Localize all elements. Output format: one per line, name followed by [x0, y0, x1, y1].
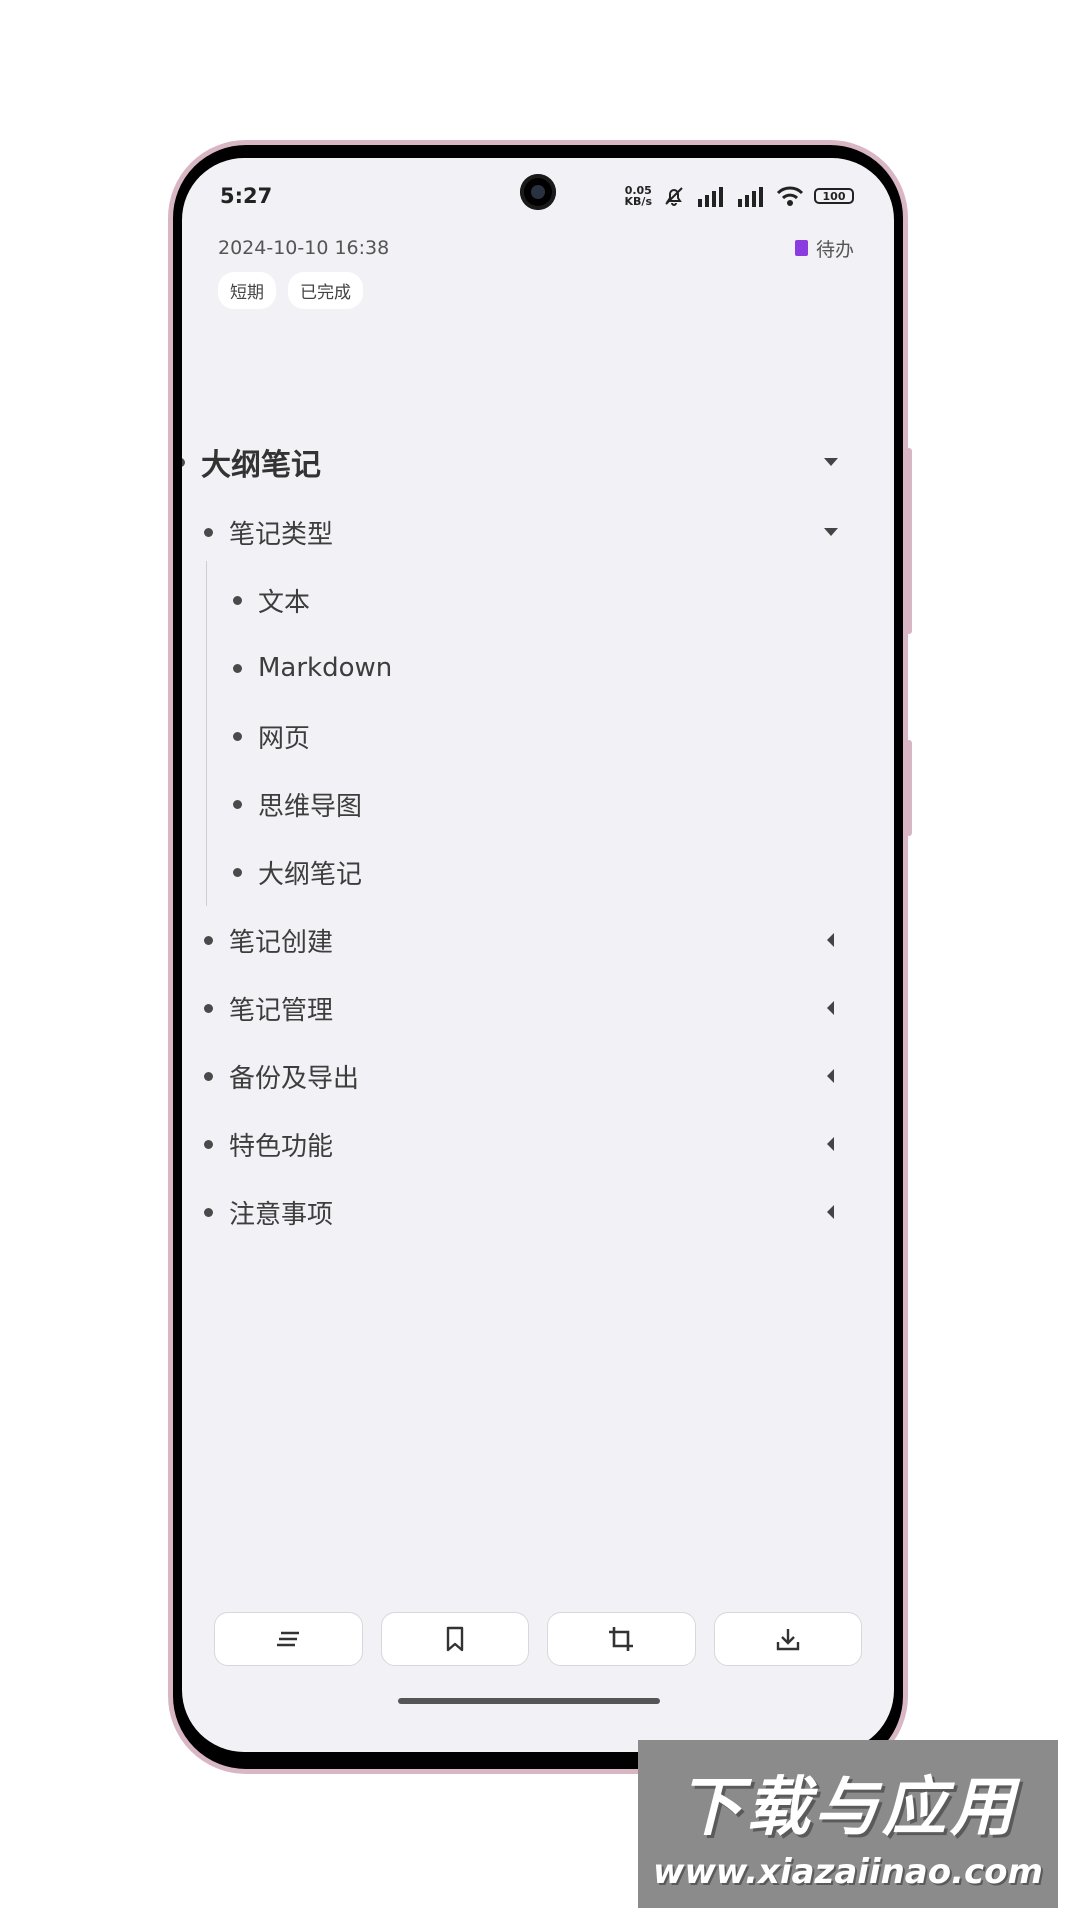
power-button — [906, 740, 912, 836]
caret-left-icon[interactable] — [827, 933, 834, 947]
outline-text-icon — [277, 1631, 300, 1647]
outline-format-button[interactable] — [214, 1612, 363, 1666]
todo-category[interactable]: 待办 — [794, 235, 854, 262]
caret-left-icon[interactable] — [827, 1069, 834, 1083]
crop-icon — [609, 1627, 634, 1651]
bullet-icon — [233, 867, 242, 877]
signal-icon-2 — [738, 187, 763, 207]
bullet-icon — [233, 595, 242, 605]
outline-item-label: 备份及导出 — [229, 1063, 360, 1094]
caret-down-icon[interactable] — [824, 458, 838, 466]
bullet-icon — [204, 527, 213, 537]
bullet-icon — [233, 663, 242, 673]
todo-label: 待办 — [815, 238, 854, 261]
outline-item[interactable]: 备份及导出 — [182, 1044, 894, 1108]
signal-icon — [698, 187, 723, 207]
outline-child[interactable]: 大纲笔记 — [182, 840, 894, 904]
bullet-icon — [233, 731, 242, 741]
tag-short-term[interactable]: 短期 — [218, 272, 276, 309]
bullet-icon — [204, 1139, 213, 1149]
volume-button — [906, 448, 912, 634]
outline-root-label: 大纲笔记 — [201, 448, 321, 483]
outline-item[interactable]: 笔记管理 — [182, 976, 894, 1040]
bullet-icon — [204, 1003, 213, 1013]
download-button[interactable] — [713, 1612, 862, 1666]
status-icons: 0.05 KB/s 100 — [625, 184, 854, 208]
bullet-icon — [233, 799, 242, 809]
outline-item[interactable]: 注意事项 — [182, 1180, 894, 1244]
caret-left-icon[interactable] — [827, 1137, 834, 1151]
note-date: 2024-10-10 16:38 — [218, 237, 390, 259]
status-bar: 5:27 0.05 KB/s 100 — [182, 158, 894, 228]
outline-item-label: 笔记管理 — [229, 995, 334, 1026]
bookmark-icon — [446, 1626, 463, 1652]
battery-icon: 100 — [814, 188, 854, 204]
bullet-icon — [204, 935, 213, 945]
outline-item-label: 特色功能 — [229, 1131, 334, 1162]
outline-child[interactable]: 网页 — [182, 704, 894, 768]
outline-child-label: 网页 — [258, 723, 311, 754]
bullet-icon — [182, 457, 185, 467]
bullet-icon — [204, 1071, 213, 1081]
outline-item-label: 笔记创建 — [229, 927, 334, 958]
outline-child[interactable]: 文本 — [182, 568, 894, 632]
outline-child[interactable]: Markdown — [182, 636, 894, 700]
status-time: 5:27 — [220, 184, 273, 208]
outline-item[interactable]: 笔记创建 — [182, 908, 894, 972]
bottom-toolbar — [214, 1612, 862, 1666]
outline-child-label: 思维导图 — [258, 791, 363, 822]
bell-off-icon — [665, 187, 683, 206]
notebook-icon — [794, 240, 808, 256]
outline-item[interactable]: 笔记类型 — [182, 500, 894, 564]
app-screen: 5:27 0.05 KB/s 100 2024-10-10 16:38 待办 短… — [182, 158, 894, 1752]
bookmark-button[interactable] — [380, 1612, 529, 1666]
watermark-cn: 下载与应用 — [678, 1771, 1018, 1845]
outline-item-label: 注意事项 — [229, 1199, 334, 1230]
wifi-icon — [776, 186, 804, 206]
note-header: 2024-10-10 16:38 待办 — [218, 232, 854, 264]
front-camera — [520, 174, 556, 210]
tag-list: 短期 已完成 — [218, 272, 363, 309]
download-icon — [776, 1629, 799, 1651]
net-speed: 0.05 KB/s — [624, 184, 652, 208]
outline-child-label: Markdown — [258, 653, 393, 683]
tag-completed[interactable]: 已完成 — [288, 272, 363, 309]
caret-left-icon[interactable] — [827, 1205, 834, 1219]
bullet-icon — [204, 1207, 213, 1217]
outline-root[interactable]: 大纲笔记 — [182, 430, 894, 494]
crop-button[interactable] — [547, 1612, 696, 1666]
home-indicator[interactable] — [398, 1698, 660, 1704]
caret-down-icon[interactable] — [824, 528, 838, 536]
outline-item[interactable]: 特色功能 — [182, 1112, 894, 1176]
watermark-url: www.xiazaiinao.com — [653, 1852, 1043, 1892]
outline-child-label: 文本 — [258, 587, 311, 618]
outline-item-label: 笔记类型 — [229, 519, 334, 550]
caret-left-icon[interactable] — [827, 1001, 834, 1015]
outline-child-label: 大纲笔记 — [258, 859, 363, 890]
watermark-logo: 下载与应用 www.xiazaiinao.com — [638, 1740, 1058, 1908]
outline-child[interactable]: 思维导图 — [182, 772, 894, 836]
